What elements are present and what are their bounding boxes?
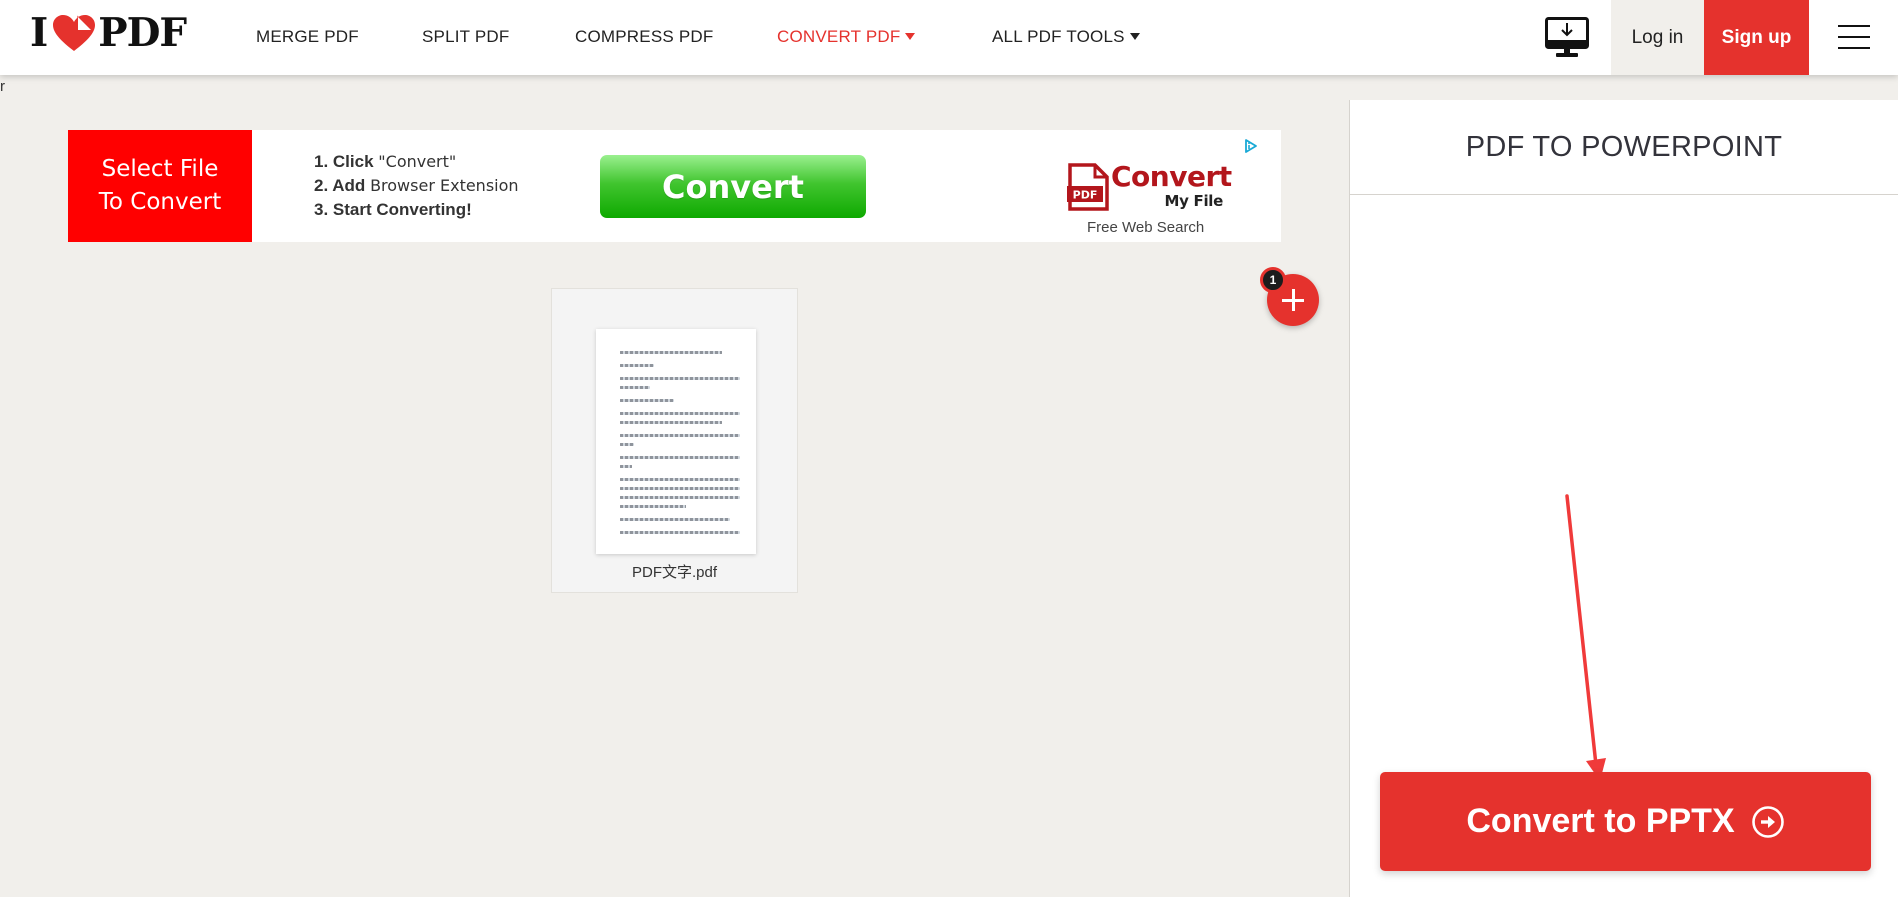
logo-suffix: PDF bbox=[98, 10, 187, 56]
thumb-line bbox=[620, 518, 731, 521]
thumb-line bbox=[620, 412, 740, 415]
sidebar-title: PDF TO POWERPOINT bbox=[1350, 100, 1898, 195]
pdf-badge-text: PDF bbox=[1073, 189, 1098, 202]
heart-logo-icon bbox=[53, 15, 96, 51]
thumb-line bbox=[620, 364, 654, 367]
hamburger-line bbox=[1838, 25, 1870, 27]
thumb-line bbox=[620, 496, 740, 499]
thumb-line bbox=[620, 478, 740, 481]
tool-sidebar: PDF TO POWERPOINT Convert to PPTX bbox=[1349, 100, 1898, 897]
ad-convert-button[interactable]: Convert bbox=[600, 155, 866, 218]
adchoices-icon[interactable] bbox=[1243, 138, 1259, 154]
pdf-file-icon: PDF bbox=[1067, 163, 1109, 211]
convert-my-file-logo[interactable]: PDF Convert My File bbox=[1067, 160, 1232, 212]
thumb-line bbox=[620, 487, 740, 490]
ad-tagline: Free Web Search bbox=[1087, 219, 1205, 236]
thumb-line bbox=[620, 377, 740, 380]
ad-cta-line2: To Convert bbox=[98, 189, 222, 215]
ad-step-text: "Convert" bbox=[378, 152, 457, 171]
file-name: PDF文字.pdf bbox=[631, 564, 718, 581]
desktop-download-icon[interactable] bbox=[1545, 17, 1589, 59]
ad-cta-line1: Select File bbox=[101, 156, 219, 182]
top-header: I PDF MERGE PDF SPLIT PDF COMPRESS PDF C… bbox=[0, 0, 1898, 75]
ad-steps: 1. Click "Convert" 2. Add Browser Extens… bbox=[314, 150, 519, 222]
nav-convert-pdf[interactable]: CONVERT PDF bbox=[777, 27, 916, 47]
ad-step-text: Browser Extension bbox=[370, 176, 519, 195]
thumb-line bbox=[620, 531, 740, 534]
arrow-right-circle-icon bbox=[1751, 805, 1784, 838]
plus-icon bbox=[1291, 289, 1295, 311]
file-count-badge: 1 bbox=[1260, 267, 1286, 293]
nav-all-pdf-tools[interactable]: ALL PDF TOOLS bbox=[992, 27, 1140, 47]
signup-label: Sign up bbox=[1721, 26, 1792, 48]
signup-button[interactable]: Sign up bbox=[1704, 0, 1809, 75]
logo-prefix: I bbox=[30, 10, 48, 56]
hamburger-menu-icon[interactable] bbox=[1838, 25, 1870, 49]
convert-to-pptx-button[interactable]: Convert to PPTX bbox=[1380, 772, 1871, 871]
nav-label: CONVERT PDF bbox=[777, 27, 901, 46]
ad-step: 2. Add Browser Extension bbox=[314, 174, 519, 198]
ad-step: 3. Start Converting! bbox=[314, 198, 519, 222]
ad-convert-label: Convert bbox=[662, 167, 804, 206]
thumb-line bbox=[620, 421, 722, 424]
file-card[interactable]: PDF文字.pdf bbox=[551, 288, 798, 593]
ilovepdf-logo[interactable]: I PDF bbox=[30, 10, 187, 56]
login-button[interactable]: Log in bbox=[1611, 0, 1704, 75]
caret-down-icon bbox=[905, 32, 916, 40]
thumb-line bbox=[620, 443, 635, 446]
thumb-line bbox=[620, 505, 686, 508]
ad-step-bold: 2. Add bbox=[314, 176, 366, 195]
ad-banner[interactable]: Select File To Convert 1. Click "Convert… bbox=[68, 130, 1281, 242]
nav-label: SPLIT PDF bbox=[422, 27, 510, 46]
hamburger-line bbox=[1838, 47, 1870, 49]
thumb-line bbox=[620, 399, 674, 402]
nav-label: ALL PDF TOOLS bbox=[992, 27, 1125, 46]
nav-compress-pdf[interactable]: COMPRESS PDF bbox=[575, 27, 713, 47]
nav-label: MERGE PDF bbox=[256, 27, 359, 46]
thumb-line bbox=[620, 456, 740, 459]
caret-down-icon bbox=[1129, 32, 1140, 40]
thumb-line bbox=[620, 434, 740, 437]
ad-step-bold: 3. Start Converting! bbox=[314, 200, 472, 219]
thumb-line bbox=[620, 351, 722, 354]
login-label: Log in bbox=[1631, 26, 1684, 48]
nav-split-pdf[interactable]: SPLIT PDF bbox=[422, 27, 509, 47]
ad-brand-word: Convert bbox=[1111, 160, 1232, 193]
thumb-line bbox=[620, 386, 650, 389]
hamburger-line bbox=[1838, 36, 1870, 38]
ad-step-bold: 1. Click bbox=[314, 152, 374, 171]
ad-step: 1. Click "Convert" bbox=[314, 150, 519, 174]
nav-label: COMPRESS PDF bbox=[575, 27, 714, 46]
stray-text: r bbox=[0, 78, 5, 95]
ad-select-file-block[interactable]: Select File To Convert bbox=[68, 130, 252, 242]
pdf-page-thumbnail bbox=[596, 329, 756, 554]
ad-brand-sub: My File bbox=[1164, 192, 1223, 210]
nav-merge-pdf[interactable]: MERGE PDF bbox=[256, 27, 359, 47]
convert-button-label: Convert to PPTX bbox=[1466, 802, 1735, 840]
thumb-line bbox=[620, 465, 632, 468]
